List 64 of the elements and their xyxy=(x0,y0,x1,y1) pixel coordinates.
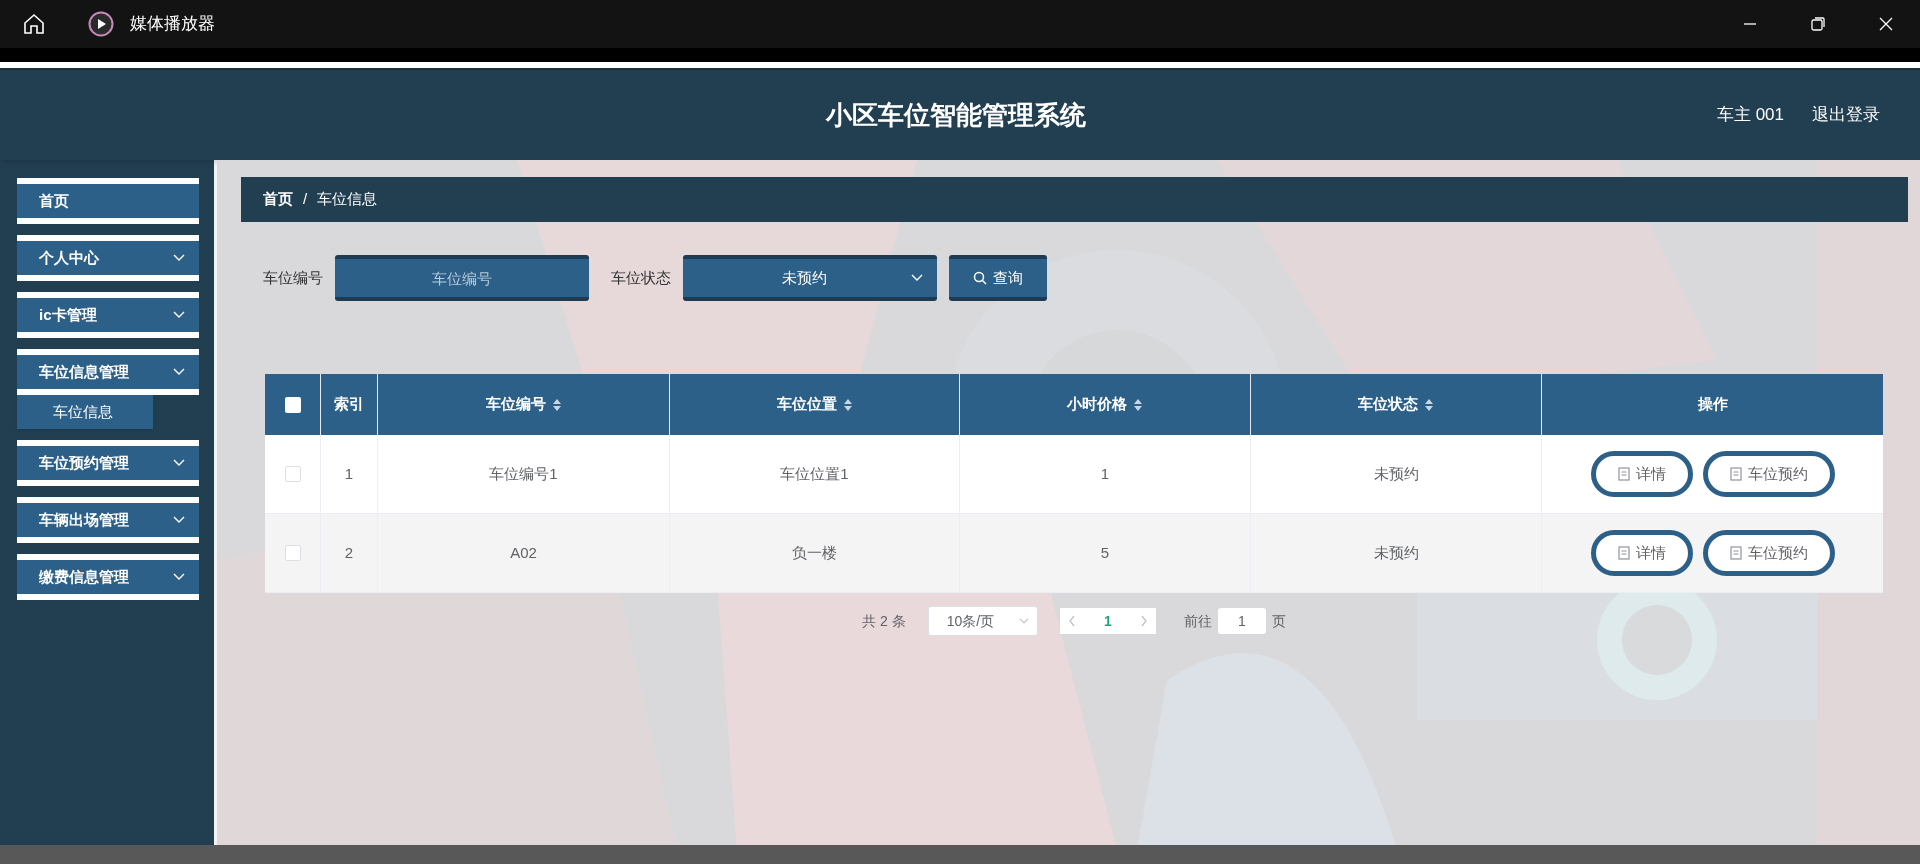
close-icon[interactable] xyxy=(1878,16,1894,32)
chevron-down-icon xyxy=(173,459,185,467)
action-button[interactable]: 详情 xyxy=(1590,451,1693,497)
chevron-down-icon xyxy=(1018,618,1029,624)
chevron-down-icon xyxy=(173,254,185,262)
menu-item[interactable]: 车位信息管理 xyxy=(17,349,199,395)
table-cell: 5 xyxy=(960,514,1251,592)
chevron-down-icon xyxy=(173,311,185,319)
user-name: 车主 001 xyxy=(1716,104,1784,127)
chevron-down-icon xyxy=(173,516,185,524)
table-cell: 未预约 xyxy=(1251,435,1542,513)
sort-icon[interactable] xyxy=(551,397,562,412)
breadcrumb-separator: / xyxy=(303,189,308,210)
menu-item[interactable]: 车位预约管理 xyxy=(17,440,199,486)
goto-suffix: 页 xyxy=(1271,611,1286,631)
input-field[interactable]: 车位编号 xyxy=(335,255,589,301)
page-size-select[interactable]: 10条/页 xyxy=(927,606,1038,636)
table-cell: 负一楼 xyxy=(670,514,960,592)
action-button[interactable]: 车位预约 xyxy=(1702,530,1835,576)
table-cell: 未预约 xyxy=(1251,514,1542,592)
sort-icon[interactable] xyxy=(842,397,853,412)
search-button[interactable]: 查询 xyxy=(949,255,1047,301)
document-icon xyxy=(1729,467,1742,481)
restore-icon[interactable] xyxy=(1810,16,1826,32)
column-header: 操作 xyxy=(1696,394,1729,415)
table-cell: 车位编号1 xyxy=(378,435,670,513)
home-icon[interactable] xyxy=(22,12,46,36)
sort-icon[interactable] xyxy=(1424,397,1434,412)
table-cell: 2 xyxy=(321,514,378,592)
select-field[interactable]: 未预约 xyxy=(683,255,937,301)
checkbox[interactable] xyxy=(284,545,301,561)
goto-label: 前往 xyxy=(1183,611,1212,631)
page-input[interactable]: 1 xyxy=(1217,608,1266,634)
table-cell: 1 xyxy=(960,435,1251,513)
document-icon xyxy=(1617,467,1630,481)
menu-item[interactable]: 车辆出场管理 xyxy=(17,497,199,543)
submenu-item[interactable]: 车位信息 xyxy=(17,395,153,429)
field-label: 车位编号 xyxy=(263,267,323,288)
menu-item[interactable]: 首页 xyxy=(17,178,199,224)
action-button[interactable]: 详情 xyxy=(1590,530,1693,576)
document-icon xyxy=(1729,546,1742,560)
chevron-down-icon xyxy=(173,573,185,581)
total-count: 共 2 条 xyxy=(862,611,906,631)
menu-item[interactable]: 个人中心 xyxy=(17,235,199,281)
system-title: 小区车位智能管理系统 xyxy=(826,98,1086,132)
chevron-down-icon xyxy=(173,368,185,376)
chevron-down-icon xyxy=(911,274,923,282)
menu-item[interactable]: ic卡管理 xyxy=(17,292,199,338)
search-icon xyxy=(973,271,987,285)
menu-item[interactable]: 缴费信息管理 xyxy=(17,554,199,600)
table-cell: 车位位置1 xyxy=(670,435,960,513)
play-icon xyxy=(88,11,114,37)
breadcrumb-current: 车位信息 xyxy=(317,189,378,210)
window-title: 媒体播放器 xyxy=(130,13,215,36)
breadcrumb-link[interactable]: 首页 xyxy=(263,188,293,211)
table-cell: 1 xyxy=(321,435,378,513)
table-cell: A02 xyxy=(378,514,670,592)
sort-icon[interactable] xyxy=(1133,397,1143,412)
checkbox[interactable] xyxy=(284,396,301,413)
action-button[interactable]: 车位预约 xyxy=(1702,451,1835,497)
checkbox[interactable] xyxy=(284,466,301,482)
logout-link[interactable]: 退出登录 xyxy=(1812,102,1880,128)
document-icon xyxy=(1617,546,1630,560)
field-label: 车位状态 xyxy=(611,267,671,288)
